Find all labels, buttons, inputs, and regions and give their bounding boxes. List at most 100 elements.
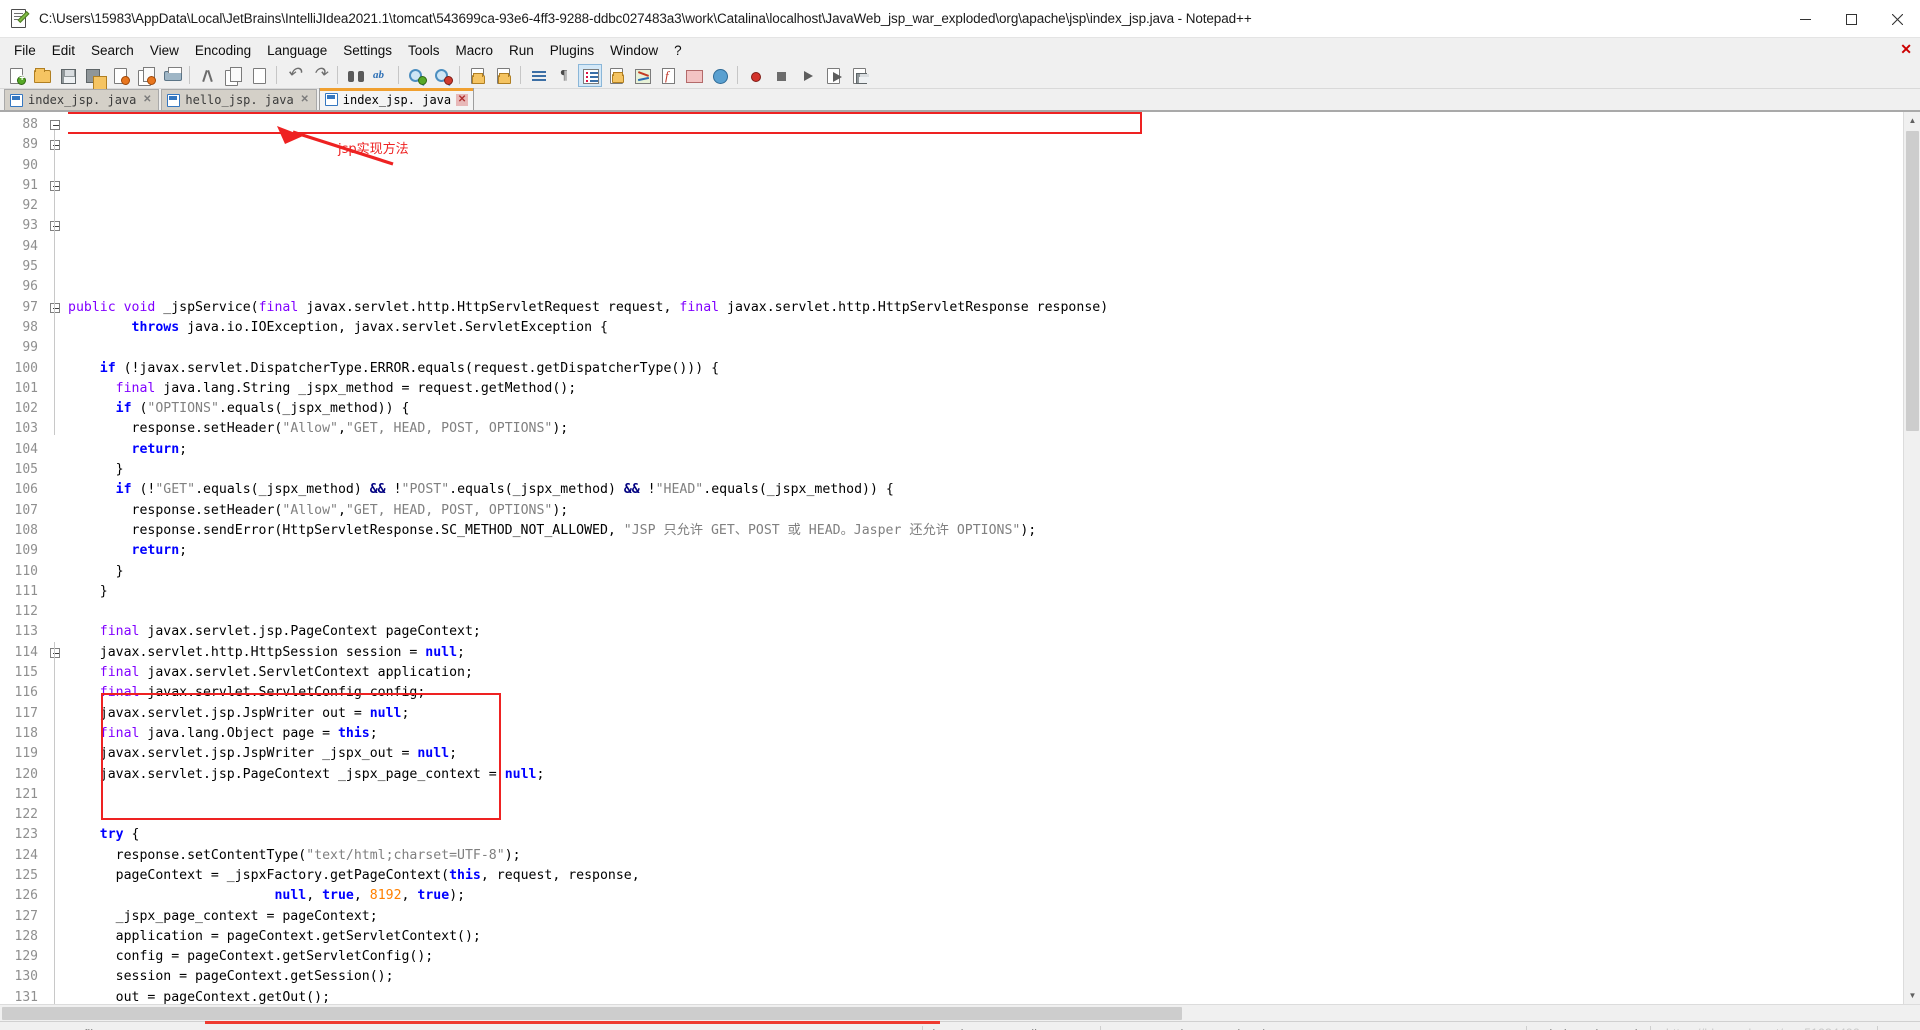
- macro-playback-multiple-icon[interactable]: [821, 64, 845, 87]
- fold-toggle[interactable]: [46, 298, 68, 318]
- scroll-up-arrow[interactable]: ▲: [1904, 112, 1920, 129]
- vertical-scrollbar[interactable]: ▲ ▼: [1903, 112, 1920, 1004]
- line-number: 123: [14, 827, 38, 843]
- menu-macro[interactable]: Macro: [448, 41, 502, 60]
- macro-save-icon[interactable]: [847, 64, 871, 87]
- redo-icon[interactable]: [308, 64, 332, 87]
- code-line: if (!javax.servlet.DispatcherType.ERROR.…: [99, 360, 720, 376]
- show-all-chars-icon[interactable]: ¶: [552, 64, 576, 87]
- menu-edit[interactable]: Edit: [44, 41, 83, 60]
- code-line: final javax.servlet.ServletContext appli…: [99, 665, 473, 681]
- word-wrap-icon[interactable]: [526, 64, 550, 87]
- tab-index-jsp-java-1[interactable]: index_jsp. java ✕: [4, 89, 160, 110]
- macro-stop-icon[interactable]: [769, 64, 793, 87]
- zoom-in-icon[interactable]: [404, 64, 428, 87]
- fold-toggle[interactable]: [46, 643, 68, 663]
- line-number-gutter: 88 89 90 91 92 93 94 95 96 97 98 99 100 101 102 103 104 1…: [0, 112, 46, 1005]
- fold-toggle[interactable]: [46, 176, 68, 196]
- sync-horizontal-scroll-icon[interactable]: [491, 64, 515, 87]
- sync-vertical-scroll-icon[interactable]: [465, 64, 489, 87]
- cut-icon[interactable]: [195, 64, 219, 87]
- code-line: try {: [99, 827, 140, 843]
- menu-run[interactable]: Run: [501, 41, 542, 60]
- save-all-icon[interactable]: [82, 64, 107, 90]
- code-line: javax.servlet.jsp.PageContext _jspx_page…: [68, 766, 545, 782]
- menu-encoding[interactable]: Encoding: [187, 41, 259, 60]
- minimize-button[interactable]: [1782, 0, 1828, 38]
- line-number: 92: [22, 198, 38, 214]
- code-line: response.setHeader("Allow","GET, HEAD, P…: [68, 502, 569, 518]
- line-number: 95: [22, 259, 38, 275]
- editor-area[interactable]: 88 89 90 91 92 93 94 95 96 97 98 99 100 101 102 103 104 1…: [0, 111, 1920, 1005]
- scroll-down-arrow[interactable]: ▼: [1904, 987, 1920, 1004]
- toolbar-separator: [737, 66, 738, 84]
- menu-tools[interactable]: Tools: [400, 41, 448, 60]
- indent-guide-icon[interactable]: [578, 63, 602, 87]
- document-icon: [10, 93, 23, 107]
- fold-toggle[interactable]: [46, 115, 68, 135]
- menu-search[interactable]: Search: [83, 41, 142, 60]
- macro-record-icon[interactable]: [743, 64, 767, 87]
- line-number: 117: [14, 705, 38, 721]
- line-number: 128: [14, 928, 38, 944]
- open-file-icon[interactable]: [30, 64, 54, 87]
- close-all-icon[interactable]: [134, 64, 158, 87]
- close-document-icon[interactable]: ✕: [1900, 41, 1912, 58]
- status-bar: Java source file length : 6,130 lines : …: [0, 1021, 1920, 1030]
- document-monitoring-icon[interactable]: [708, 64, 732, 87]
- replace-icon[interactable]: ab: [369, 64, 393, 87]
- close-button[interactable]: [1874, 0, 1920, 38]
- code-line: }: [68, 462, 124, 478]
- paste-icon[interactable]: [247, 64, 271, 87]
- tab-close-icon[interactable]: ✕: [456, 93, 469, 106]
- tab-index-jsp-java-2[interactable]: index_jsp. java ✕: [318, 88, 475, 110]
- maximize-button[interactable]: [1828, 0, 1874, 38]
- new-file-icon[interactable]: [4, 64, 28, 87]
- menu-file[interactable]: File: [6, 41, 44, 60]
- save-icon[interactable]: [56, 64, 80, 87]
- document-icon: [167, 93, 181, 107]
- menu-language[interactable]: Language: [259, 41, 335, 60]
- code-text-area[interactable]: jsp实现方法 public void _jspService(final ja…: [68, 112, 1920, 1004]
- horizontal-scroll-thumb[interactable]: [2, 1007, 1182, 1020]
- fold-toggle[interactable]: [46, 135, 68, 155]
- menu-view[interactable]: View: [142, 41, 187, 60]
- menu-help[interactable]: ?: [666, 41, 690, 60]
- document-map-icon[interactable]: [630, 64, 654, 87]
- line-number: 109: [14, 543, 38, 559]
- code-line: final javax.servlet.jsp.PageContext page…: [99, 624, 481, 640]
- menu-window[interactable]: Window: [602, 41, 666, 60]
- copy-icon[interactable]: [221, 64, 245, 87]
- function-list-icon[interactable]: [656, 64, 680, 87]
- menu-plugins[interactable]: Plugins: [542, 41, 602, 60]
- folder-as-workspace-icon[interactable]: [682, 64, 706, 87]
- code-line: final javax.servlet.ServletConfig config…: [99, 685, 426, 701]
- close-file-icon[interactable]: [108, 64, 132, 87]
- code-folding-column[interactable]: [46, 112, 68, 1004]
- user-defined-dialog-icon[interactable]: [604, 64, 628, 87]
- tab-hello-jsp-java[interactable]: hello_jsp. java ✕: [161, 89, 317, 110]
- menu-settings[interactable]: Settings: [335, 41, 400, 60]
- macro-play-icon[interactable]: [795, 64, 819, 87]
- tab-close-icon[interactable]: ✕: [299, 94, 311, 106]
- find-icon[interactable]: [343, 64, 367, 87]
- line-number: 98: [22, 319, 38, 335]
- zoom-out-icon[interactable]: [430, 64, 454, 87]
- horizontal-scrollbar[interactable]: [0, 1004, 1920, 1021]
- undo-icon[interactable]: [282, 64, 306, 87]
- fold-toggle[interactable]: [46, 216, 68, 236]
- vertical-scroll-thumb[interactable]: [1906, 131, 1919, 431]
- code-line: if (!"GET".equals(_jspx_method) && !"POS…: [115, 482, 894, 498]
- tab-close-icon[interactable]: ✕: [141, 94, 153, 106]
- print-icon[interactable]: [160, 64, 184, 87]
- line-number: 100: [14, 360, 38, 376]
